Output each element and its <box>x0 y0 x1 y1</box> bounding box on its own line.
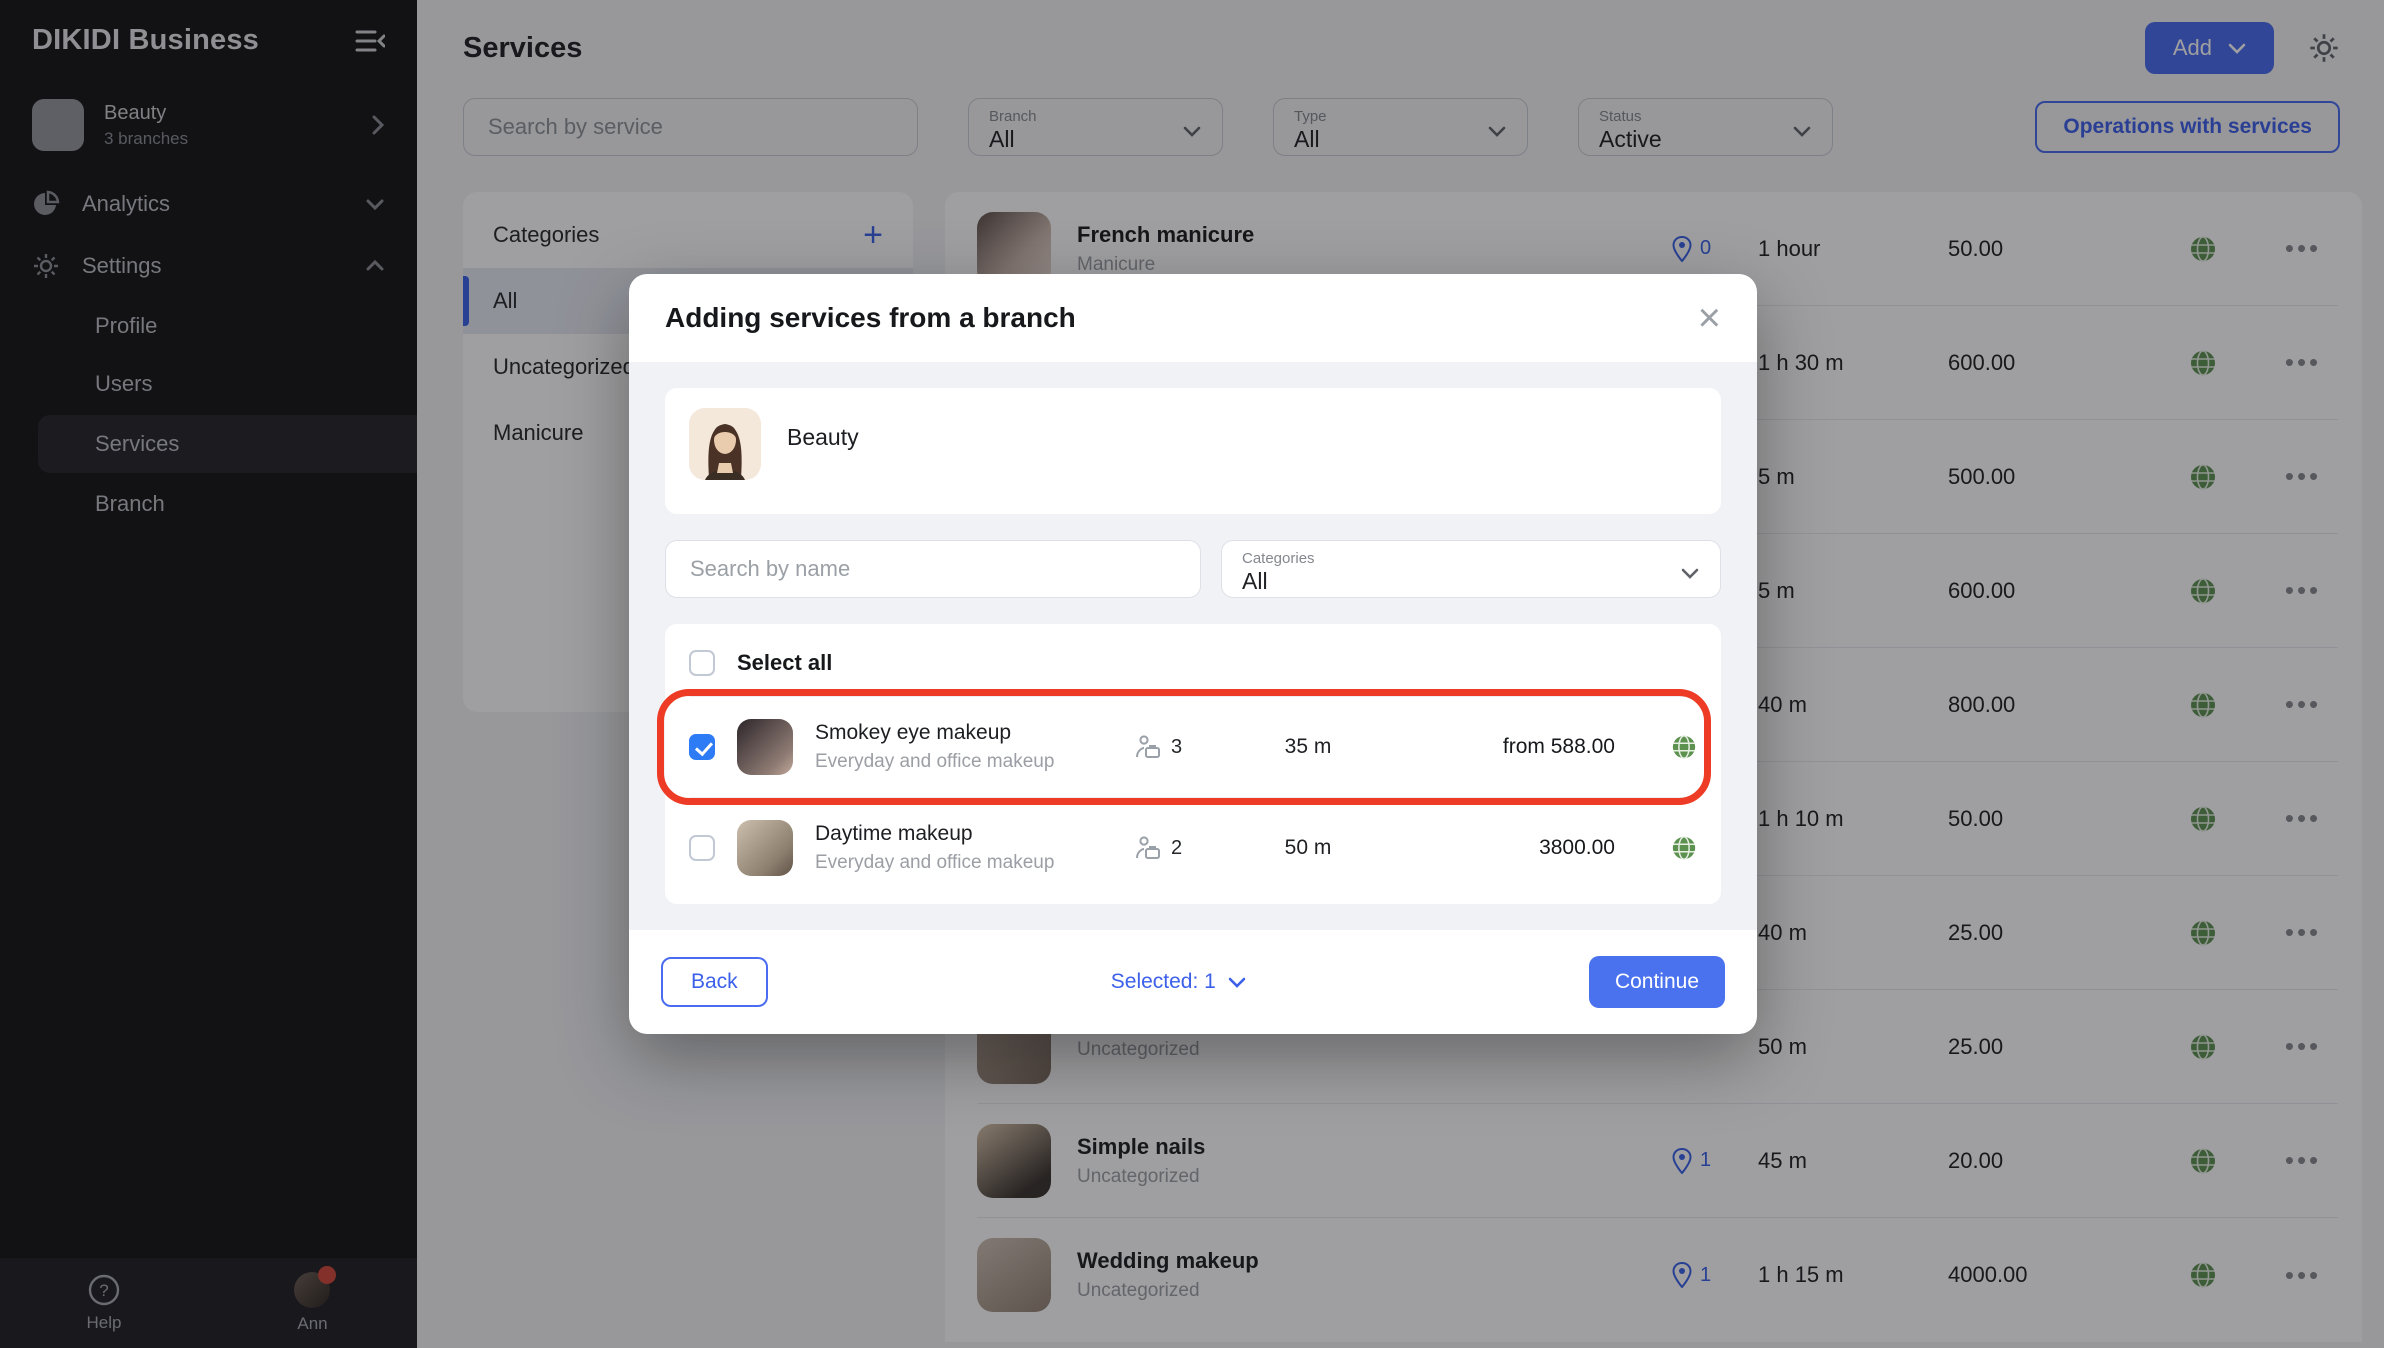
staff-cell: 3 <box>1135 735 1221 759</box>
chevron-down-icon <box>1680 567 1700 579</box>
staff-icon <box>1135 735 1161 759</box>
filter-value: All <box>1242 568 1680 595</box>
service-thumbnail <box>737 719 793 775</box>
service-name: Daytime makeup <box>815 822 1113 846</box>
service-price: 3800.00 <box>1395 836 1615 860</box>
modal-branch-name: Beauty <box>787 424 859 451</box>
service-subtitle: Everyday and office makeup <box>815 751 1113 773</box>
filter-label: Categories <box>1242 551 1680 566</box>
service-thumbnail <box>737 820 793 876</box>
service-name: Smokey eye makeup <box>815 721 1113 745</box>
service-price: from 588.00 <box>1395 735 1615 759</box>
add-services-modal: Adding services from a branch × Beauty C… <box>629 274 1757 1034</box>
online-booking-globe-icon <box>1637 734 1697 760</box>
selected-count-dropdown[interactable]: Selected: 1 <box>768 970 1589 994</box>
service-duration: 50 m <box>1243 836 1373 860</box>
modal-search-input[interactable] <box>665 540 1201 598</box>
branch-avatar <box>689 408 761 480</box>
service-duration: 35 m <box>1243 735 1373 759</box>
back-button[interactable]: Back <box>661 957 768 1007</box>
service-checkbox[interactable] <box>689 835 715 861</box>
staff-icon <box>1135 836 1161 860</box>
selected-count-label: Selected: 1 <box>1111 970 1216 994</box>
modal-services-list: Select all Smokey eye makeup Everyday an… <box>665 624 1721 904</box>
select-all-checkbox[interactable] <box>689 650 715 676</box>
service-checkbox[interactable] <box>689 734 715 760</box>
online-booking-globe-icon <box>1637 835 1697 861</box>
chevron-down-icon <box>1228 977 1246 988</box>
staff-cell: 2 <box>1135 836 1221 860</box>
staff-count: 3 <box>1171 736 1182 759</box>
modal-title: Adding services from a branch <box>665 302 1076 334</box>
staff-count: 2 <box>1171 837 1182 860</box>
close-icon[interactable]: × <box>1698 304 1721 332</box>
continue-button[interactable]: Continue <box>1589 956 1725 1008</box>
service-subtitle: Everyday and office makeup <box>815 852 1113 874</box>
modal-service-row-smokey[interactable]: Smokey eye makeup Everyday and office ma… <box>689 697 1697 797</box>
select-all-label: Select all <box>737 650 832 676</box>
select-all-row[interactable]: Select all <box>689 630 1697 697</box>
modal-categories-filter[interactable]: Categories All <box>1221 540 1721 598</box>
modal-branch-card: Beauty <box>665 388 1721 514</box>
modal-service-row-daytime[interactable]: Daytime makeup Everyday and office makeu… <box>689 797 1697 898</box>
